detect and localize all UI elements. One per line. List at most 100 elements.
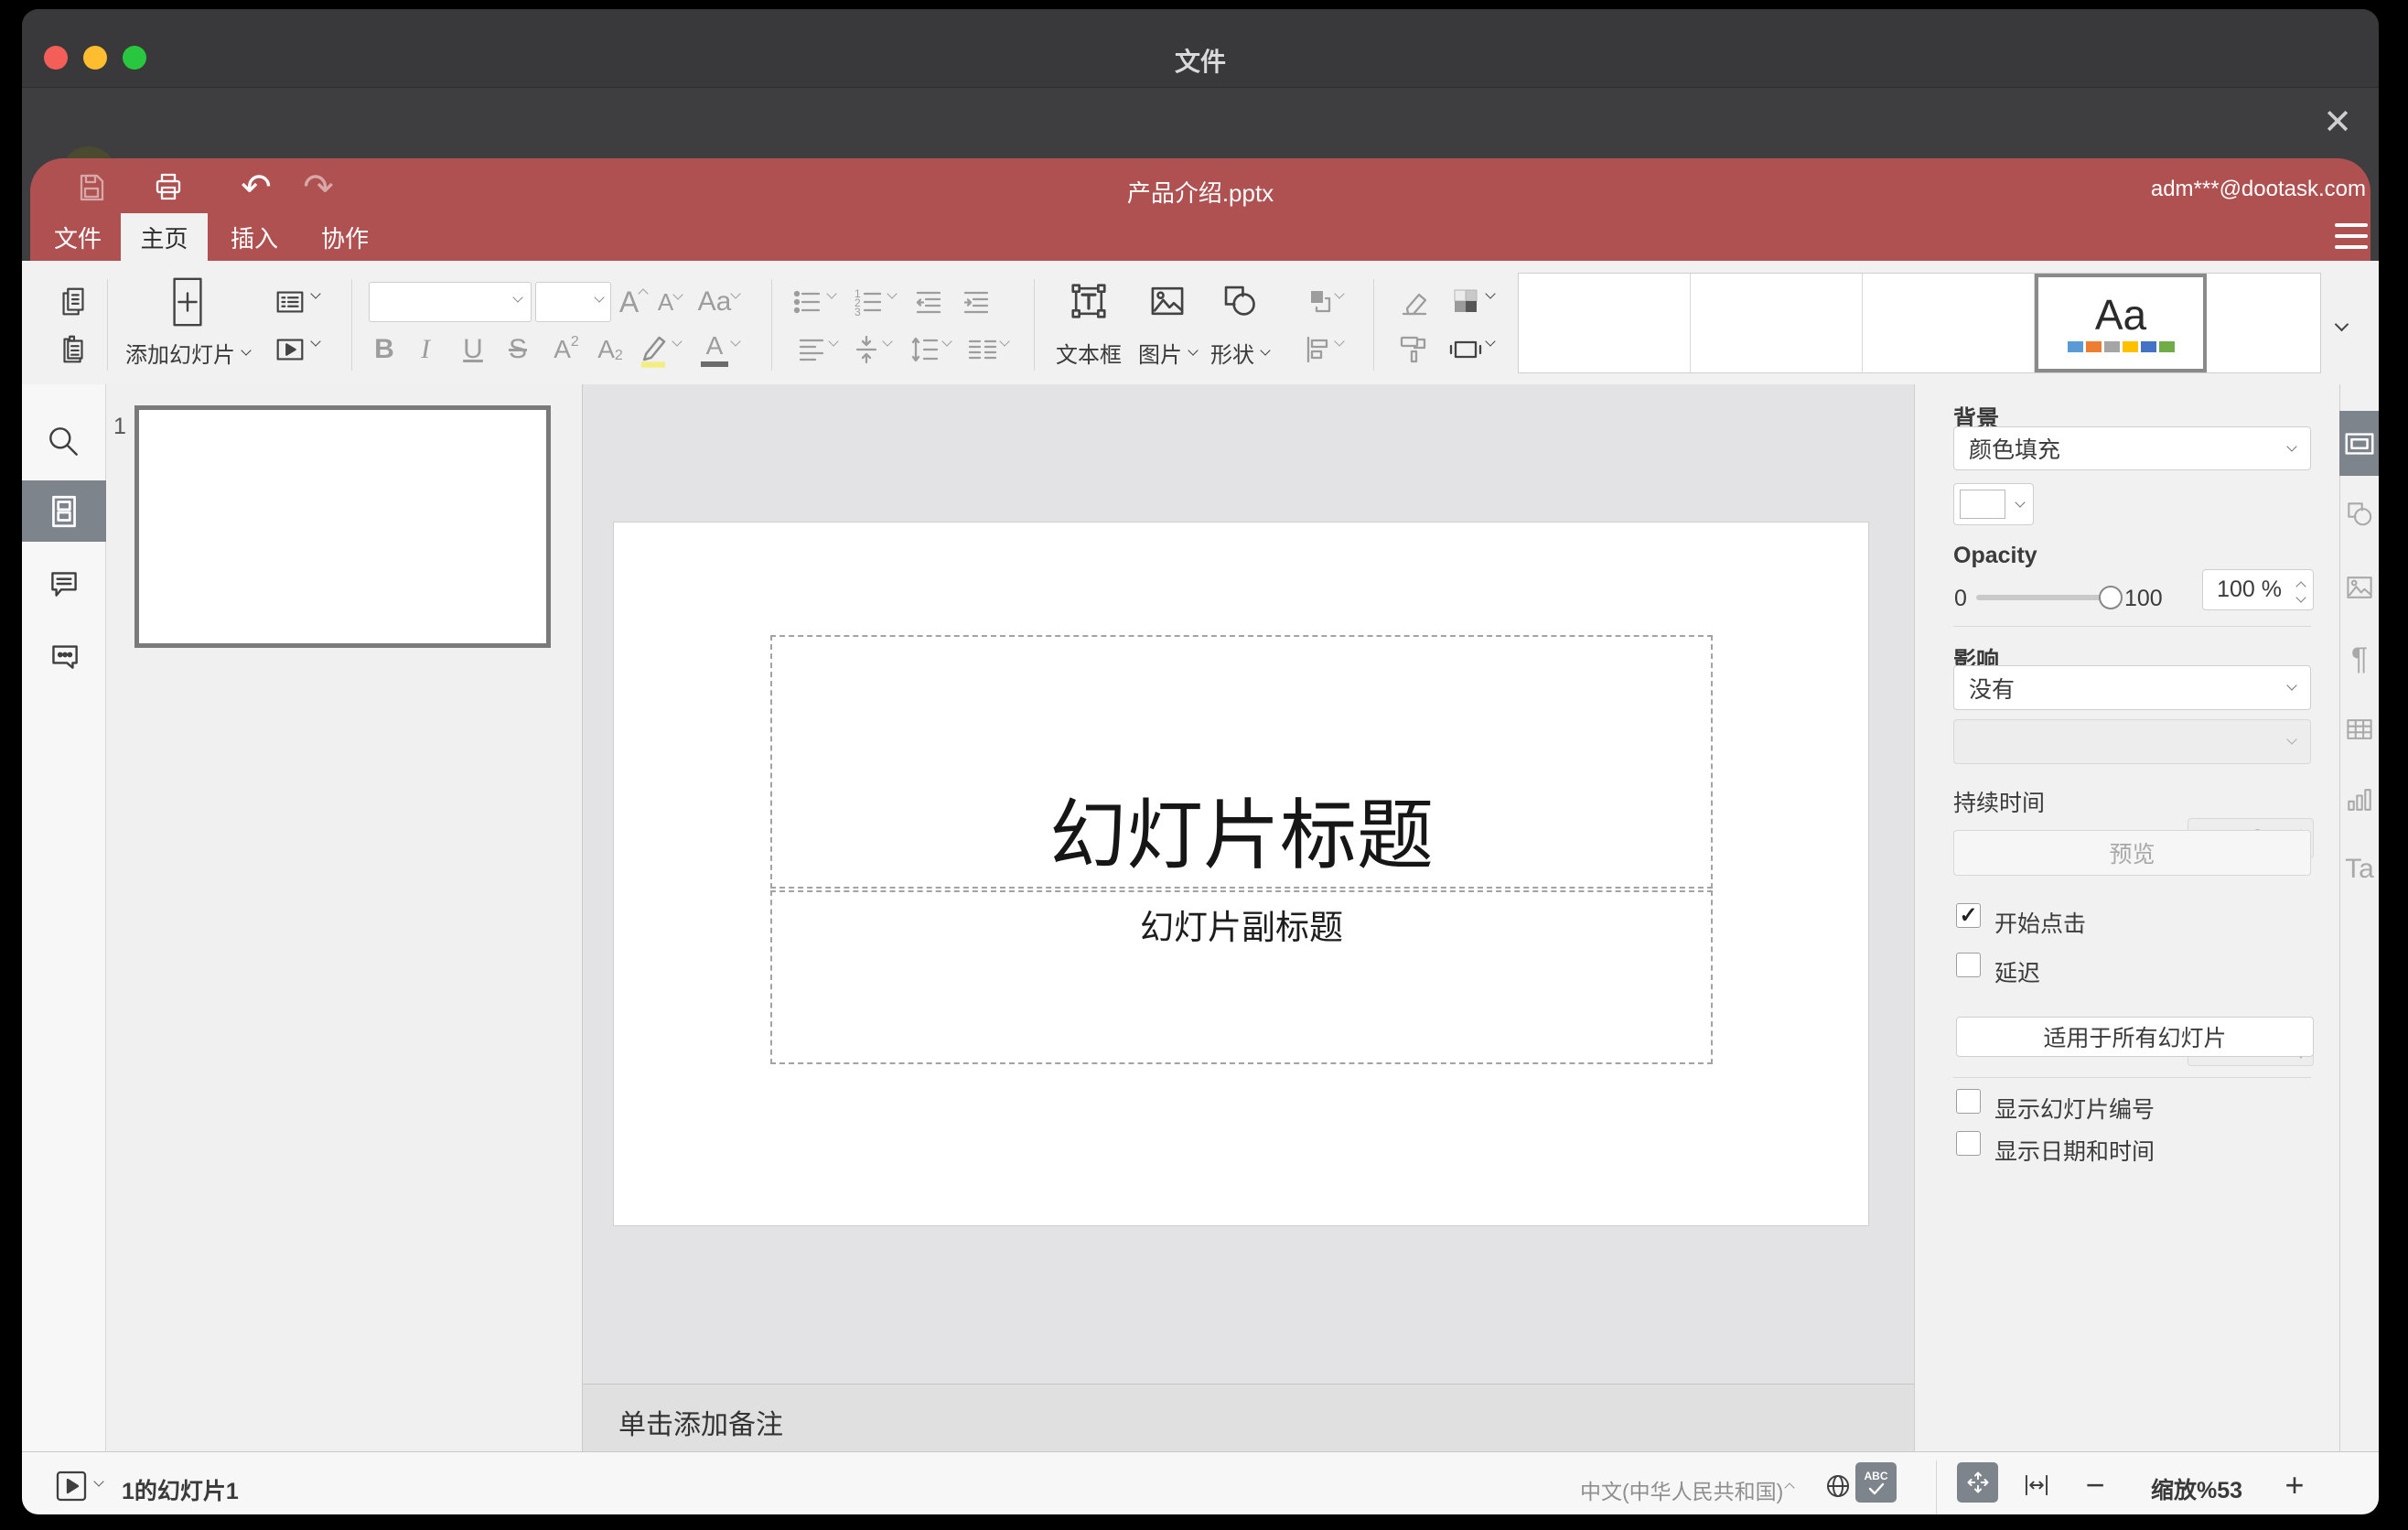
paint-roller-icon[interactable] — [1394, 331, 1435, 368]
effect-select[interactable]: 没有 — [1953, 665, 2311, 710]
slide-subtitle-text[interactable]: 幻灯片副标题 — [1140, 900, 1343, 949]
apply-to-all-button[interactable]: 适用于所有幻灯片 — [1956, 1017, 2314, 1057]
font-size-select[interactable] — [535, 282, 611, 322]
change-case-icon[interactable]: Aa — [692, 284, 737, 320]
vertical-align-icon[interactable] — [847, 331, 886, 368]
text-box-icon[interactable] — [1068, 280, 1110, 322]
slide-settings-icon[interactable] — [2339, 411, 2379, 476]
numbered-list-chevron[interactable] — [887, 288, 898, 299]
start-slideshow-chevron[interactable] — [310, 336, 321, 347]
opacity-slider-track[interactable] — [1976, 595, 2110, 600]
add-slide-icon[interactable] — [166, 275, 210, 329]
tab-collaboration[interactable]: 协作 — [315, 213, 375, 261]
fill-color-picker[interactable] — [1953, 483, 2034, 525]
font-color-chevron[interactable] — [730, 336, 741, 347]
shape-settings-icon[interactable] — [2341, 496, 2378, 533]
spellcheck-icon[interactable]: ABC — [1855, 1462, 1897, 1503]
theme-option[interactable] — [1863, 274, 2035, 372]
theme-gallery-expand-chevron[interactable] — [2327, 313, 2355, 340]
copy-icon[interactable] — [55, 284, 91, 320]
tab-home[interactable]: 主页 — [121, 213, 208, 261]
align-shapes-chevron[interactable] — [1334, 336, 1345, 347]
subtitle-placeholder[interactable]: 幻灯片副标题 — [770, 890, 1713, 1064]
spinner-arrows[interactable] — [2295, 570, 2306, 609]
numbered-list-icon[interactable]: 123 — [850, 284, 888, 320]
arrange-shapes-icon[interactable] — [1299, 284, 1338, 320]
columns-chevron[interactable] — [999, 336, 1010, 347]
slideshow-mode-chevron[interactable] — [93, 1476, 104, 1487]
bold-icon[interactable]: B — [368, 331, 401, 368]
bullet-list-chevron[interactable] — [826, 288, 837, 299]
image-icon[interactable] — [1146, 280, 1188, 322]
subscript-icon[interactable]: A2 — [590, 331, 630, 368]
highlight-color-chevron[interactable] — [672, 336, 683, 347]
language-selector[interactable]: 中文(中华人民共和国) — [1580, 1474, 1783, 1505]
slide-layout-chevron[interactable] — [310, 288, 321, 299]
show-slide-number-checkbox[interactable] — [1956, 1089, 1981, 1114]
eraser-icon[interactable] — [1394, 284, 1435, 320]
title-placeholder[interactable]: 幻灯片标题 — [770, 635, 1713, 889]
table-settings-icon[interactable] — [2341, 711, 2378, 748]
highlight-color-icon[interactable] — [633, 328, 673, 370]
text-art-settings-icon[interactable]: Ta — [2341, 851, 2378, 888]
delay-checkbox[interactable] — [1956, 953, 1981, 977]
slide-title-text[interactable]: 幻灯片标题 — [1049, 792, 1434, 878]
vertical-align-chevron[interactable] — [882, 336, 893, 347]
increase-font-icon[interactable]: A — [617, 284, 650, 320]
notes-placeholder[interactable]: 单击添加备注 — [618, 1402, 783, 1442]
slides-panel-icon[interactable] — [22, 480, 106, 542]
chat-icon[interactable] — [44, 635, 84, 675]
decrease-font-icon[interactable]: A — [653, 284, 686, 320]
close-icon[interactable]: ✕ — [2315, 99, 2360, 145]
opacity-slider-handle[interactable] — [2099, 586, 2123, 609]
fit-width-icon[interactable] — [2018, 1467, 2055, 1503]
comments-icon[interactable] — [44, 564, 84, 604]
shape-icon[interactable] — [1219, 280, 1261, 322]
increase-indent-icon[interactable] — [956, 284, 996, 320]
text-box-button[interactable]: 文本框 — [1043, 337, 1134, 369]
slide-size-chevron[interactable] — [1485, 336, 1496, 347]
chart-settings-icon[interactable] — [2341, 781, 2378, 818]
zoom-in-button[interactable]: + — [2276, 1466, 2313, 1503]
fill-type-select[interactable]: 颜色填充 — [1953, 426, 2311, 470]
theme-option[interactable] — [2207, 274, 2318, 372]
slide-size-icon[interactable] — [1446, 331, 1486, 368]
theme-option-selected[interactable]: Aa — [2035, 274, 2207, 372]
horizontal-align-chevron[interactable] — [828, 336, 839, 347]
bullet-list-icon[interactable] — [789, 284, 827, 320]
start-slideshow-icon[interactable] — [272, 331, 308, 368]
preview-button[interactable]: 预览 — [1953, 830, 2311, 876]
globe-icon[interactable] — [1821, 1469, 1855, 1503]
color-scheme-icon[interactable] — [1446, 284, 1486, 320]
horizontal-align-icon[interactable] — [792, 331, 831, 368]
start-on-click-checkbox[interactable]: ✓ — [1956, 903, 1981, 928]
show-date-time-checkbox[interactable] — [1956, 1131, 1981, 1156]
color-scheme-chevron[interactable] — [1485, 288, 1496, 299]
line-spacing-chevron[interactable] — [941, 336, 952, 347]
font-name-select[interactable] — [369, 282, 532, 322]
language-chevron-up[interactable] — [1784, 1481, 1795, 1493]
slide-layout-icon[interactable] — [272, 284, 308, 320]
paragraph-settings-icon[interactable]: ¶ — [2341, 641, 2378, 677]
italic-icon[interactable]: I — [409, 331, 442, 368]
change-case-chevron[interactable] — [730, 288, 741, 299]
opacity-spinner[interactable]: 100 % — [2202, 569, 2314, 610]
menu-icon[interactable] — [2335, 223, 2368, 249]
align-shapes-icon[interactable] — [1299, 331, 1338, 368]
arrange-shapes-chevron[interactable] — [1334, 288, 1345, 299]
font-color-icon[interactable]: A — [696, 329, 733, 370]
line-spacing-icon[interactable] — [906, 331, 944, 368]
columns-icon[interactable] — [963, 331, 1002, 368]
strikethrough-icon[interactable]: S — [501, 331, 534, 368]
image-settings-icon[interactable] — [2341, 569, 2378, 606]
zoom-out-button[interactable]: − — [2077, 1466, 2113, 1503]
superscript-icon[interactable]: A2 — [546, 331, 586, 368]
tab-file[interactable]: 文件 — [48, 213, 108, 261]
effect-option-select[interactable] — [1953, 719, 2311, 764]
theme-option[interactable] — [1691, 274, 1863, 372]
tab-insert[interactable]: 插入 — [224, 213, 285, 261]
shape-button[interactable]: 形状 — [1194, 337, 1285, 369]
paste-icon[interactable] — [55, 331, 91, 368]
search-icon[interactable] — [44, 422, 84, 462]
fit-slide-icon[interactable] — [1957, 1462, 1998, 1503]
